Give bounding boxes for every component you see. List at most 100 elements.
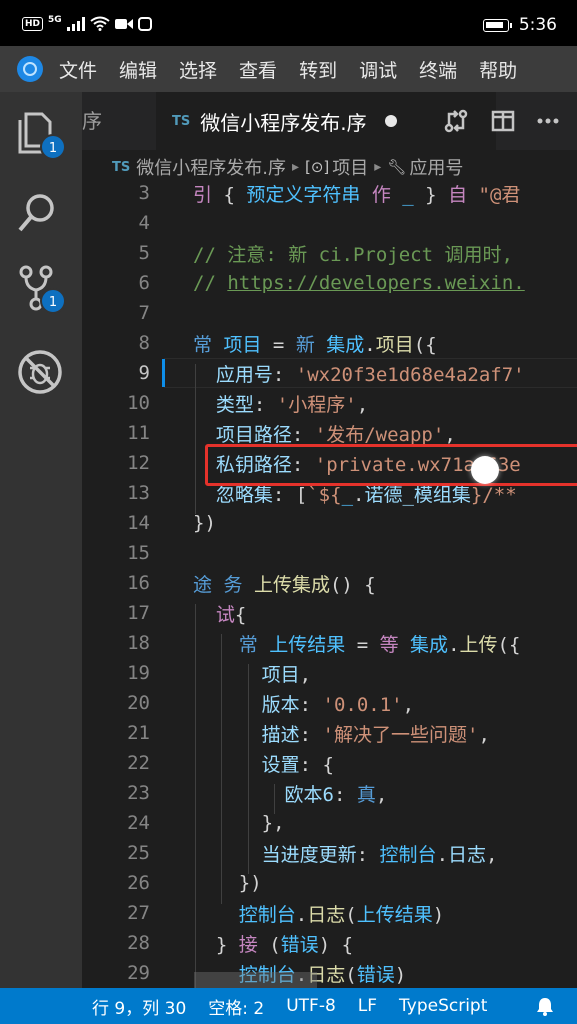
code-text: 应用号: 'wx20f3e1d68e4a2af7' bbox=[215, 363, 525, 386]
line-number: 25 bbox=[127, 842, 150, 864]
code-text: }) bbox=[193, 512, 216, 534]
code-line: 14 }) bbox=[82, 508, 577, 538]
code-line: 29 控制台.日志(错误) bbox=[82, 958, 577, 988]
menu-edit[interactable]: 编辑 bbox=[119, 56, 157, 83]
source-control-badge: 1 bbox=[40, 288, 66, 314]
code-line: 22 设置: { bbox=[82, 748, 577, 778]
app-logo-icon[interactable] bbox=[17, 56, 43, 82]
code-line: 21 描述: '解决了一些问题', bbox=[82, 718, 577, 748]
line-number: 3 bbox=[138, 184, 150, 204]
line-number: 17 bbox=[127, 602, 150, 624]
clock: 5:36 bbox=[518, 15, 557, 35]
code-text: 项目路径: '发布/weapp', bbox=[215, 423, 456, 446]
typescript-file-icon: TS bbox=[172, 113, 191, 129]
compare-changes-icon[interactable] bbox=[443, 108, 469, 134]
code-line: 20 版本: '0.0.1', bbox=[82, 688, 577, 718]
object-symbol-icon: [⊙] bbox=[305, 158, 330, 176]
code-text: 试{ bbox=[215, 603, 247, 626]
code-editor[interactable]: 3 引 { 预定义字符串 作 _ } 自 "@君 4 5 // 注意: 新 ci… bbox=[82, 184, 577, 988]
line-number: 13 bbox=[127, 482, 150, 504]
menu-terminal[interactable]: 终端 bbox=[419, 56, 457, 83]
signal-label: 5G bbox=[48, 14, 62, 25]
code-line: 27 控制台.日志(上传结果) bbox=[82, 898, 577, 928]
line-number: 9 bbox=[138, 362, 150, 384]
line-number: 24 bbox=[127, 812, 150, 834]
code-text: 描述: '解决了一些问题', bbox=[261, 723, 490, 746]
end-of-line[interactable]: LF bbox=[358, 996, 377, 1016]
breadcrumb-symbol-appid[interactable]: 应用号 bbox=[409, 154, 463, 180]
line-number: 29 bbox=[127, 962, 150, 984]
code-text: } 接 (错误) { bbox=[193, 933, 354, 956]
line-number: 28 bbox=[127, 932, 150, 954]
line-number: 12 bbox=[127, 452, 150, 474]
menu-file[interactable]: 文件 bbox=[59, 56, 97, 83]
code-text: 项目, bbox=[261, 663, 312, 686]
breadcrumb-file[interactable]: 微信小程序发布.序 bbox=[136, 154, 286, 180]
unsaved-dot-icon[interactable] bbox=[384, 115, 397, 127]
more-actions-icon[interactable] bbox=[537, 118, 559, 124]
code-line: 9 应用号: 'wx20f3e1d68e4a2af7' bbox=[82, 358, 577, 388]
editor-tab-bar: 序 TS 微信小程序发布.序 bbox=[82, 92, 577, 150]
code-line: 5 // 注意: 新 ci.Project 调用时, bbox=[82, 238, 577, 268]
code-line: 16 途 务 上传集成() { bbox=[82, 568, 577, 598]
code-text: // 注意: 新 ci.Project 调用时, bbox=[193, 243, 513, 266]
line-number: 16 bbox=[127, 572, 150, 594]
line-number: 10 bbox=[127, 392, 150, 414]
code-text: }) bbox=[193, 872, 262, 894]
split-editor-icon[interactable] bbox=[491, 109, 515, 133]
menu-view[interactable]: 查看 bbox=[239, 56, 277, 83]
code-line: 26 }) bbox=[82, 868, 577, 898]
line-number: 27 bbox=[127, 902, 150, 924]
horizontal-scrollbar[interactable] bbox=[194, 972, 317, 988]
bell-icon[interactable] bbox=[535, 996, 555, 1016]
tab-inactive[interactable]: 序 bbox=[82, 92, 142, 150]
line-number: 19 bbox=[127, 662, 150, 684]
code-line: 7 bbox=[82, 298, 577, 328]
code-text: 版本: '0.0.1', bbox=[261, 693, 415, 716]
chevron-right-icon: ▸ bbox=[291, 159, 299, 175]
code-line: 15 bbox=[82, 538, 577, 568]
line-number: 8 bbox=[138, 332, 150, 354]
code-text: 常 项目 = 新 集成.项目({ bbox=[193, 333, 437, 356]
indentation[interactable]: 空格: 2 bbox=[208, 994, 264, 1019]
line-number: 7 bbox=[138, 302, 150, 324]
breadcrumb-symbol-project[interactable]: 项目 bbox=[332, 154, 368, 180]
debug-button[interactable] bbox=[16, 348, 66, 398]
line-number: 15 bbox=[127, 542, 150, 564]
line-number: 5 bbox=[138, 242, 150, 264]
status-bar: 行 9，列 30 空格: 2 UTF-8 LF TypeScript bbox=[0, 988, 577, 1024]
search-icon bbox=[18, 194, 54, 232]
line-number: 22 bbox=[127, 752, 150, 774]
language-mode[interactable]: TypeScript bbox=[399, 996, 487, 1016]
menu-go[interactable]: 转到 bbox=[299, 56, 337, 83]
hd-indicator: HD bbox=[22, 16, 44, 31]
line-number: 14 bbox=[127, 512, 150, 534]
line-number: 26 bbox=[127, 872, 150, 894]
code-text: }, bbox=[193, 812, 285, 834]
code-line: 24 }, bbox=[82, 808, 577, 838]
wrench-property-icon: 🔧︎ bbox=[387, 158, 407, 176]
breadcrumb-ts-icon: TS bbox=[112, 159, 131, 175]
code-line: 17 试{ bbox=[82, 598, 577, 628]
menu-debug[interactable]: 调试 bbox=[359, 56, 397, 83]
menu-selection[interactable]: 选择 bbox=[179, 56, 217, 83]
code-line: 8 常 项目 = 新 集成.项目({ bbox=[82, 328, 577, 358]
encoding[interactable]: UTF-8 bbox=[286, 996, 336, 1016]
search-button[interactable] bbox=[16, 190, 66, 240]
line-number: 11 bbox=[127, 422, 150, 444]
code-text: 设置: { bbox=[261, 753, 334, 776]
code-text: 当进度更新: 控制台.日志, bbox=[261, 843, 498, 866]
code-line: 10 类型: '小程序', bbox=[82, 388, 577, 418]
cursor-position[interactable]: 行 9，列 30 bbox=[92, 994, 186, 1019]
code-line: 3 引 { 预定义字符串 作 _ } 自 "@君 bbox=[82, 184, 577, 208]
source-control-button[interactable]: 1 bbox=[16, 264, 66, 314]
code-line: 4 bbox=[82, 208, 577, 238]
app-notification-icon bbox=[137, 16, 152, 31]
code-line: 18 常 上传结果 = 等 集成.上传({ bbox=[82, 628, 577, 658]
line-number: 18 bbox=[127, 632, 150, 654]
code-line: 6 // https://developers.weixin. bbox=[82, 268, 577, 298]
explorer-button[interactable]: 1 bbox=[16, 110, 66, 160]
menu-help[interactable]: 帮助 bbox=[479, 56, 517, 83]
code-text: 引 { 预定义字符串 作 _ } 自 "@君 bbox=[193, 184, 521, 206]
tab-title: 微信小程序发布.序 bbox=[200, 110, 367, 135]
